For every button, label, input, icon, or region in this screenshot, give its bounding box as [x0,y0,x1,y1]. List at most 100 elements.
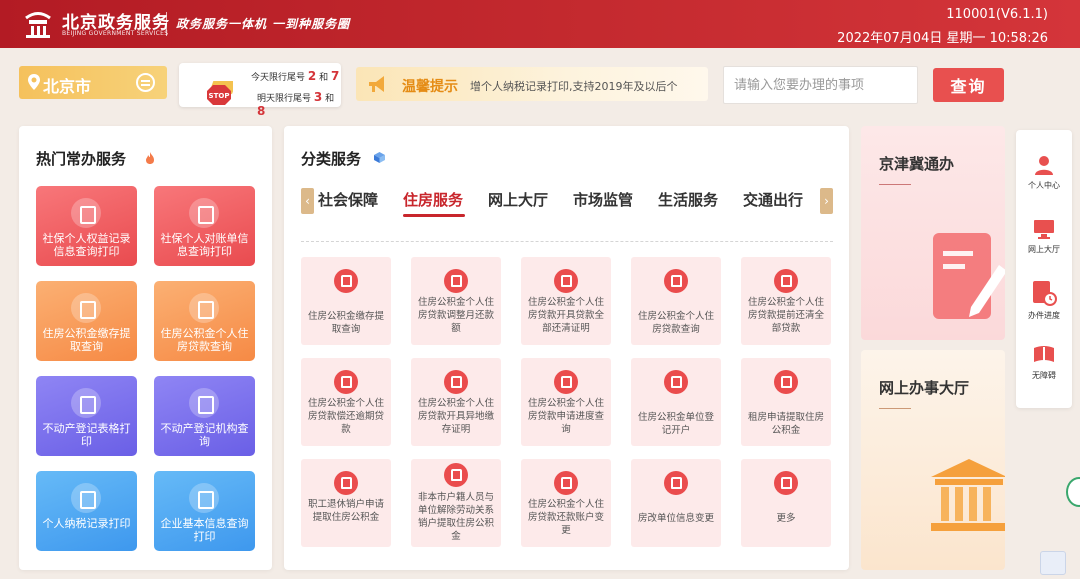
document-pen-icon [933,233,1005,319]
tab-life-services[interactable]: 生活服务 [658,189,718,210]
unit-register-icon [664,370,688,394]
svg-text:STOP: STOP [209,92,230,100]
hot-tile[interactable]: 住房公积金缴存提取查询 [36,281,137,361]
retire-icon [334,471,358,495]
tax-icon [71,483,101,513]
service-item[interactable]: 住房公积金个人住房贷款提前还清全部贷款 [741,257,831,345]
stop-sign-icon: STOP [207,81,233,105]
jingjinji-card[interactable]: 京津冀通办 [861,126,1005,340]
tabs-prev-arrow-icon[interactable]: ‹ [301,188,314,214]
monitor-icon [1034,220,1054,239]
document-icon [71,293,101,323]
person-icon [1035,156,1053,175]
account-change-icon [554,471,578,495]
megaphone-icon [369,76,384,92]
flame-icon [146,152,154,164]
printer-icon [71,198,101,228]
online-hall-card[interactable]: 网上办事大厅 [861,350,1005,570]
help-float-icon[interactable] [1040,551,1066,575]
hot-tile[interactable]: 不动产登记机构查询 [154,376,255,456]
active-tab-indicator [403,214,465,217]
side-nav: 个人中心 网上大厅 办件进度 无障碍 [1016,130,1072,408]
document-icon [189,198,219,228]
notice-bar[interactable]: 温馨提示 增个人纳税记录打印,支持2019年及以后个 [356,67,708,101]
housing-fund-icon [774,269,798,293]
service-item[interactable]: 房改单位信息变更 [631,459,721,547]
tab-transportation[interactable]: 交通出行 [743,189,803,210]
service-item[interactable]: 住房公积金个人住房贷款偿还逾期贷款 [301,358,391,446]
service-item[interactable]: 租房申请提取住房公积金 [741,358,831,446]
today-limit: 今天限行尾号 2 和 7 [251,69,340,83]
beijing-gov-logo-icon [25,12,51,38]
category-services-panel: 分类服务 ‹ 社会保障 住房服务 网上大厅 市场监管 生活服务 交通出行 › 住… [284,126,849,570]
title-underline [879,184,911,185]
service-search-input[interactable] [723,66,918,104]
certificate-icon [554,269,578,293]
service-item[interactable]: 住房公积金个人住房贷款查询 [631,257,721,345]
location-pin-icon [28,74,40,90]
certificate-icon [444,370,468,394]
city-name: 北京市 [43,77,92,96]
header-divider [166,12,167,36]
service-item[interactable]: 非本市户籍人员与单位解除劳动关系销户提取住房公积金 [411,459,501,547]
tab-housing[interactable]: 住房服务 [403,189,463,210]
switch-city-icon[interactable] [136,73,155,92]
hot-tile[interactable]: 社保个人权益记录信息查询打印 [36,186,137,266]
city-selector[interactable]: 北京市 [19,66,167,99]
notice-title: 温馨提示 [402,79,458,95]
form-icon [71,388,101,418]
hot-tile[interactable]: 企业基本信息查询打印 [154,471,255,551]
person-doc-icon [444,463,468,487]
tab-market-regulation[interactable]: 市场监管 [573,189,633,210]
cube-icon [374,152,385,163]
hot-tile[interactable]: 个人纳税记录打印 [36,471,137,551]
grid-more-icon [774,471,798,495]
dashed-divider [301,241,833,242]
jingjinji-title: 京津冀通办 [879,155,955,173]
service-item[interactable]: 职工退休销户申请提取住房公积金 [301,459,391,547]
search-button[interactable]: 查询 [933,68,1004,102]
hot-tile[interactable]: 社保个人对账单信息查询打印 [154,186,255,266]
header-slogan: 政务服务一体机 一到种服务圈 [176,17,351,31]
tabs-next-arrow-icon[interactable]: › [820,188,833,214]
side-nav-accessibility[interactable]: 无障碍 [1016,344,1072,381]
more-services-button[interactable]: 更多 [741,459,831,547]
service-item[interactable]: 住房公积金缴存提取查询 [301,257,391,345]
notice-marquee-text: 增个人纳税记录打印,支持2019年及以后个 [470,80,678,93]
company-icon [189,483,219,513]
service-item[interactable]: 住房公积金单位登记开户 [631,358,721,446]
service-item[interactable]: 住房公积金个人住房贷款开具异地缴存证明 [411,358,501,446]
building-icon [189,388,219,418]
assistant-float-icon[interactable] [1066,477,1080,507]
tab-online-hall[interactable]: 网上大厅 [488,189,548,210]
side-nav-online-hall[interactable]: 网上大厅 [1016,218,1072,255]
tomorrow-limit: 明天限行尾号 3 和 8 [257,90,335,118]
service-item[interactable]: 住房公积金个人住房贷款调整月还款额 [411,257,501,345]
hot-tile[interactable]: 不动产登记表格打印 [36,376,137,456]
housing-fund-icon [334,370,358,394]
progress-doc-icon [554,370,578,394]
service-item[interactable]: 住房公积金个人住房贷款还款账户变更 [521,459,611,547]
progress-icon [1033,281,1057,306]
house-search-icon [664,269,688,293]
tab-social-security[interactable]: 社会保障 [318,189,378,210]
hot-tile[interactable]: 住房公积金个人住房贷款查询 [154,281,255,361]
unit-info-icon [664,471,688,495]
housing-fund-icon [334,269,358,293]
category-services-title: 分类服务 [301,150,362,168]
header-datetime: 2022年07月04日 星期一 10:58:26 [837,31,1048,46]
service-item[interactable]: 住房公积金个人住房贷款申请进度查询 [521,358,611,446]
government-building-icon [931,459,1005,531]
side-nav-progress[interactable]: 办件进度 [1016,280,1072,321]
title-underline [879,408,911,409]
side-nav-personal-center[interactable]: 个人中心 [1016,154,1072,191]
top-header: 北京政务服务 BEIJING GOVERNMENT SERVICES 政务服务一… [0,0,1080,48]
hot-services-title: 热门常办服务 [36,150,127,168]
traffic-limit-card: STOP 今天限行尾号 2 和 7 明天限行尾号 3 和 8 [179,63,341,118]
service-item[interactable]: 住房公积金个人住房贷款开具贷款全部还清证明 [521,257,611,345]
hot-services-panel: 热门常办服务 社保个人权益记录信息查询打印 社保个人对账单信息查询打印 住房公积… [19,126,272,570]
housing-fund-icon [444,269,468,293]
rent-icon [774,370,798,394]
device-version: 110001(V6.1.1) [946,7,1048,22]
online-hall-title: 网上办事大厅 [879,379,970,397]
